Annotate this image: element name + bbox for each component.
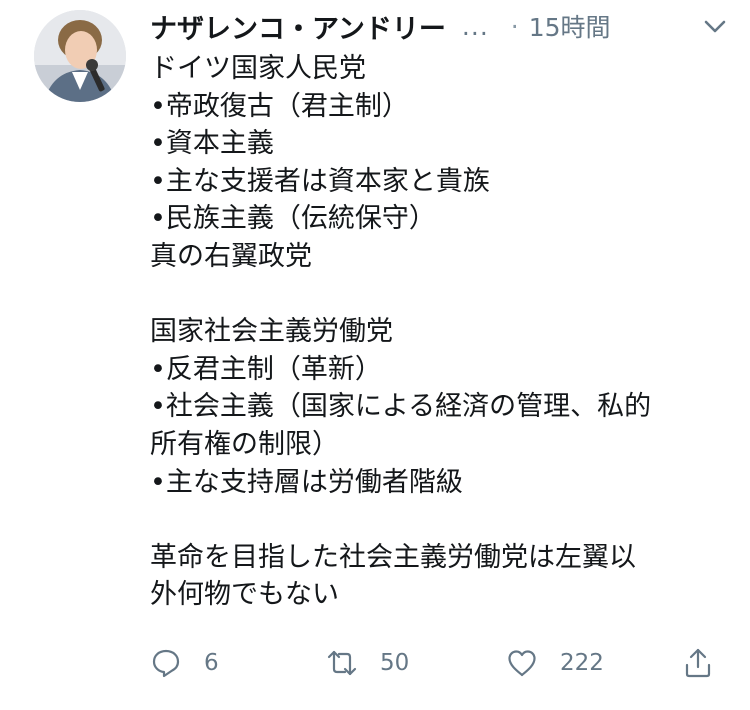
retweet-icon: [327, 650, 357, 676]
avatar[interactable]: [34, 10, 126, 102]
share-icon: [685, 648, 711, 678]
tweet-actions: 6 50 222: [150, 640, 720, 686]
tweet-line: 国家社会主義労働党: [150, 316, 393, 348]
reply-icon: [152, 649, 180, 678]
like-count: 222: [560, 650, 604, 676]
separator-dot: ·: [510, 11, 519, 41]
tweet-text: ドイツ国家人民党 •帝政復古（君主制） •資本主義 •主な支援者は資本家と貴族 …: [150, 50, 720, 614]
tweet-line: 真の右翼政党: [150, 240, 312, 272]
timestamp[interactable]: 15時間: [529, 8, 611, 44]
tweet-line: 革命を目指した社会主義労働党は左翼以: [150, 541, 636, 573]
heart-icon: [508, 650, 536, 677]
tweet-line: •民族主義（伝統保守）: [150, 203, 436, 235]
tweet-header: ナザレンコ・アンドリー ... · 15時間: [150, 6, 730, 46]
tweet-line: •主な支援者は資本家と貴族: [150, 165, 490, 197]
chevron-down-icon[interactable]: [700, 12, 730, 42]
name-overflow-ellipsis: ...: [461, 11, 489, 41]
reply-count: 6: [204, 650, 219, 676]
like-button[interactable]: 222: [506, 640, 604, 686]
tweet-line: •社会主義（国家による経済の管理、私的: [150, 391, 652, 423]
share-button[interactable]: [682, 640, 714, 686]
tweet-line: •帝政復古（君主制）: [150, 90, 409, 122]
reply-button[interactable]: 6: [150, 640, 219, 686]
display-name[interactable]: ナザレンコ・アンドリー: [150, 7, 446, 46]
retweet-button[interactable]: 50: [326, 640, 409, 686]
tweet-line: •反君主制（革新）: [150, 353, 382, 385]
tweet-line: 所有権の制限）: [150, 428, 339, 460]
retweet-count: 50: [380, 650, 410, 676]
tweet-line: •資本主義: [150, 128, 274, 160]
tweet-line: 外何物でもない: [150, 579, 339, 611]
tweet-line: •主な支持層は労働者階級: [150, 466, 463, 498]
tweet[interactable]: ナザレンコ・アンドリー ... · 15時間 ドイツ国家人民党 •帝政復古（君主…: [0, 0, 750, 710]
tweet-line: ドイツ国家人民党: [150, 53, 366, 84]
avatar-photo: [34, 10, 126, 102]
